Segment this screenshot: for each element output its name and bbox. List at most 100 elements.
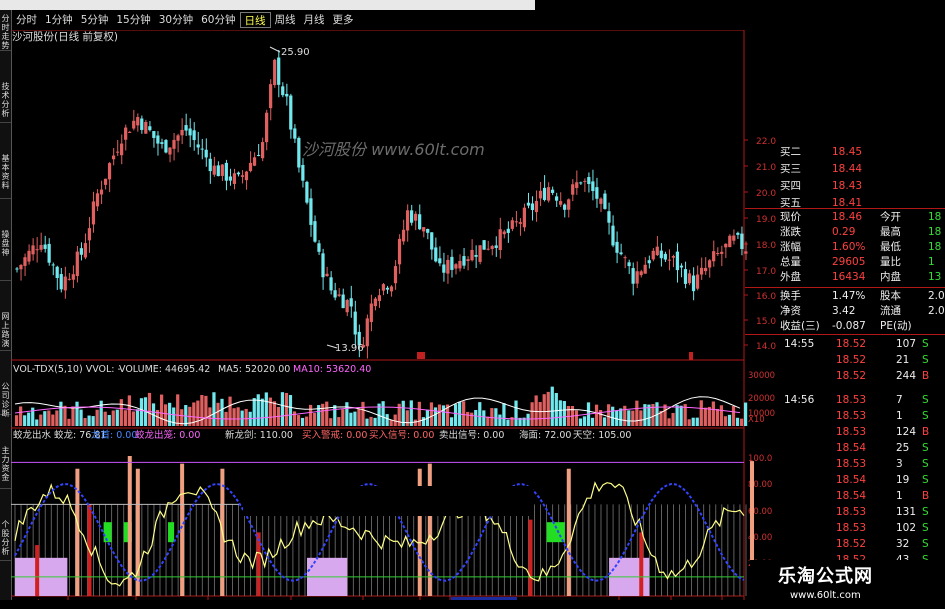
candle-body (643, 264, 647, 274)
high-label: 25.90 (281, 47, 310, 58)
tick-volume: 102 (896, 522, 917, 534)
tab-4[interactable]: 30分钟 (155, 12, 197, 28)
candle-body (176, 135, 180, 141)
quote-value-2: 13 (928, 271, 942, 283)
volume-bar (176, 394, 180, 426)
candle-body (281, 86, 285, 96)
volume-bar (127, 395, 131, 426)
candle-body (256, 154, 261, 156)
volume-bar (542, 394, 546, 426)
tab-9[interactable]: 更多 (329, 12, 358, 28)
volume-bar (437, 404, 442, 426)
candle-body (538, 190, 543, 199)
candle-body (365, 318, 369, 347)
left-tab-4[interactable]: 网上路演 (0, 310, 11, 351)
tab-0[interactable]: 分时 (12, 12, 41, 28)
candle-body (317, 243, 321, 252)
candle-body (699, 267, 704, 275)
volume-bar (220, 398, 224, 426)
candle-body (691, 275, 696, 292)
candles-group (15, 49, 748, 359)
volume-bar (715, 408, 720, 426)
stat-value: 1.47% (832, 290, 866, 302)
volume-bar (723, 416, 728, 426)
volume-bar (470, 412, 474, 426)
candle-body (75, 251, 79, 277)
candle-body (87, 228, 92, 241)
volume-bar (393, 414, 397, 426)
tab-3[interactable]: 15分钟 (112, 12, 154, 28)
candle-body (740, 233, 744, 249)
tab-2[interactable]: 5分钟 (77, 12, 113, 28)
volume-bar (304, 416, 309, 426)
quote-label: 外盘 (780, 271, 801, 283)
tab-7[interactable]: 周线 (271, 12, 300, 28)
price-axis-label: 18.00 (756, 241, 776, 251)
volume-bar (35, 419, 39, 426)
low-label: 13.96 (335, 343, 364, 354)
quote-value-2: 18 (928, 226, 942, 238)
candle-body (663, 253, 667, 260)
candle-body (679, 265, 684, 268)
candle-body (120, 143, 124, 156)
quote-label: 涨跌 (780, 226, 801, 238)
candle-body (325, 273, 329, 277)
candle-body (695, 274, 700, 289)
volume-bar (421, 417, 425, 426)
volume-bar (574, 410, 579, 426)
candle-body (623, 257, 627, 259)
left-tab-3[interactable]: 操盘神 (0, 228, 11, 281)
volume-bar (232, 408, 236, 426)
candle-body (204, 149, 208, 158)
tab-1[interactable]: 1分钟 (41, 12, 77, 28)
volume-bar (554, 393, 558, 426)
candle-body (160, 142, 164, 144)
candle-body (490, 246, 494, 249)
candle-body (619, 252, 623, 255)
volume-bar (321, 403, 325, 426)
volume-bar (67, 418, 71, 426)
candle-body (563, 204, 567, 210)
candle-body (478, 245, 482, 262)
watermark-text: 沙河股份 www.60lt.com (302, 140, 485, 159)
candle-body (321, 253, 325, 278)
candle-body (224, 162, 228, 181)
candle-body (627, 262, 631, 267)
volume-bar (19, 406, 23, 426)
volume-bar (244, 408, 248, 426)
left-tab-2[interactable]: 基本资料 (0, 152, 11, 199)
left-tab-7[interactable]: 个股分析 (0, 518, 11, 561)
kline-chart-area[interactable]: 22.00 21.00 20.00 19.00 18.00 17.00 16.00 15.00… (11, 30, 776, 600)
candle-body (212, 165, 216, 175)
candle-body (83, 243, 87, 258)
vol-axis-label: 20000 (748, 394, 775, 404)
volume-bar (711, 401, 715, 426)
candle-body (136, 117, 140, 126)
volume-bar (256, 394, 260, 426)
price-axis-label: 19.00 (756, 215, 776, 225)
candle-body (603, 193, 607, 209)
volume-bar (369, 416, 373, 426)
bid-price: 18.43 (832, 180, 863, 192)
volume-bar (313, 412, 317, 426)
tab-6[interactable]: 日线 (239, 12, 271, 28)
volume-bar (739, 418, 744, 426)
left-tab-5[interactable]: 公司诊断 (0, 380, 11, 418)
tab-5[interactable]: 60分钟 (197, 12, 239, 28)
volume-bar (546, 391, 550, 426)
left-tab-6[interactable]: 主力资金 (0, 444, 11, 489)
tick-volume: 3 (896, 458, 903, 470)
left-tab-0[interactable]: 分时走势 (0, 12, 11, 51)
bid-label: 买三 (780, 163, 801, 175)
bid-price: 18.45 (832, 146, 863, 158)
quote-divider (745, 287, 945, 288)
volume-bar (91, 416, 95, 426)
high-pointer (269, 46, 281, 53)
tick-volume: 32 (896, 538, 910, 550)
volume-bar (252, 398, 256, 426)
candle-body (200, 148, 204, 150)
tab-8[interactable]: 月线 (300, 12, 329, 28)
volume-bar (139, 398, 144, 426)
candle-body (518, 222, 522, 224)
left-tab-1[interactable]: 技术分析 (0, 80, 11, 123)
